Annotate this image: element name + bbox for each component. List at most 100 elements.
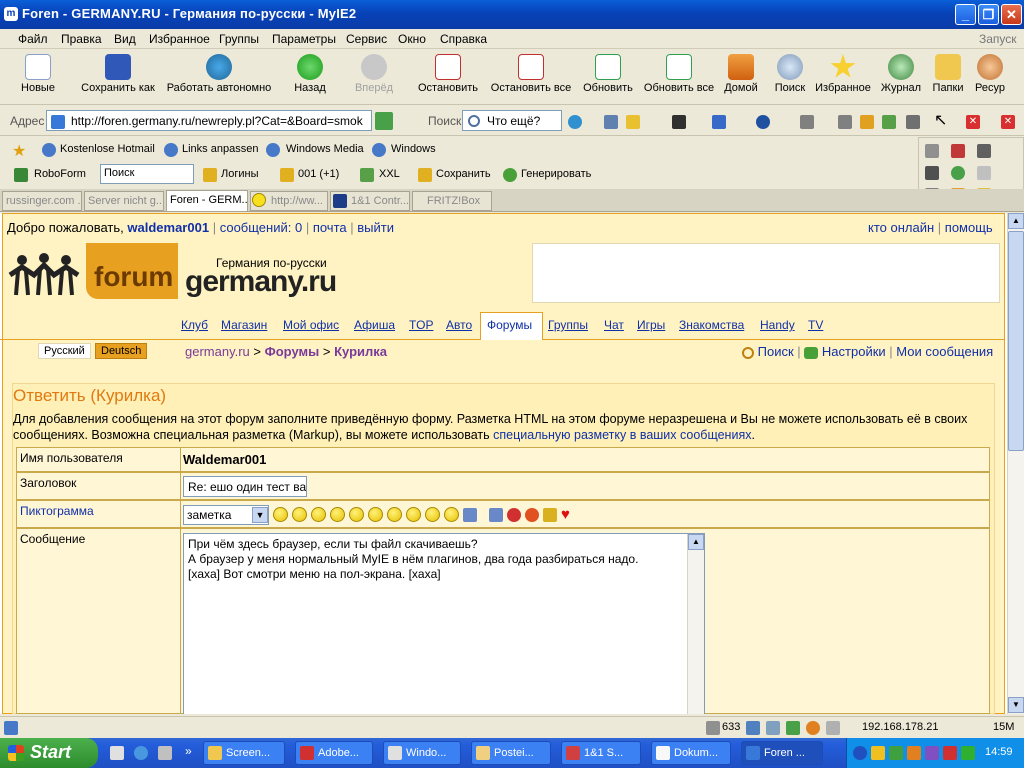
status-icon[interactable] bbox=[786, 721, 800, 735]
menu-edit[interactable]: Правка bbox=[61, 32, 102, 46]
network-icon[interactable] bbox=[961, 746, 975, 760]
menu-file[interactable]: Файл bbox=[18, 32, 48, 46]
refresh-small-icon[interactable] bbox=[951, 166, 965, 180]
scroll-up-icon[interactable]: ▲ bbox=[688, 534, 704, 550]
tray-icon[interactable] bbox=[889, 746, 903, 760]
tray-icon[interactable] bbox=[907, 746, 921, 760]
recycle-icon[interactable] bbox=[882, 115, 896, 129]
link-windows[interactable]: Windows bbox=[391, 143, 436, 155]
refresh-all-button[interactable]: Обновить все bbox=[642, 54, 716, 94]
crumb-forums[interactable]: Форумы bbox=[265, 344, 320, 359]
stop-button[interactable]: Остановить bbox=[416, 54, 480, 94]
undo-icon[interactable] bbox=[756, 115, 770, 129]
nav-afisha[interactable]: Афиша bbox=[354, 318, 395, 332]
up-icon[interactable] bbox=[800, 115, 814, 129]
crumb-site[interactable]: germany.ru bbox=[185, 344, 250, 359]
scroll-down-icon[interactable]: ▼ bbox=[1008, 697, 1024, 713]
nav-chat[interactable]: Чат bbox=[604, 318, 624, 332]
emoticon-icon[interactable] bbox=[330, 507, 345, 522]
nav-shop[interactable]: Магазин bbox=[221, 318, 267, 332]
xxl-button[interactable]: XXL bbox=[379, 168, 400, 180]
folders-button[interactable]: Папки bbox=[928, 54, 968, 94]
shield-icon[interactable] bbox=[871, 746, 885, 760]
username-link[interactable]: waldemar001 bbox=[127, 220, 209, 235]
title-bar[interactable]: m Foren - GERMANY.RU - Германия по-русск… bbox=[0, 0, 1024, 29]
status-icon[interactable] bbox=[826, 721, 840, 735]
highlight-icon[interactable] bbox=[626, 115, 640, 129]
tools-icon[interactable] bbox=[860, 115, 874, 129]
link-windows-media[interactable]: Windows Media bbox=[286, 143, 364, 155]
go-icon[interactable] bbox=[375, 112, 393, 130]
emoticon-icon[interactable] bbox=[368, 507, 383, 522]
search-toolbar-button[interactable]: Поиск bbox=[772, 54, 808, 94]
settings-link[interactable]: Настройки bbox=[822, 344, 886, 359]
close-all-icon[interactable]: ✕ bbox=[1001, 115, 1015, 129]
menu-window[interactable]: Окно bbox=[398, 32, 426, 46]
menu-view[interactable]: Вид bbox=[114, 32, 136, 46]
stop-all-button[interactable]: Остановить все bbox=[488, 54, 574, 94]
menu-tools[interactable]: Сервис bbox=[346, 32, 387, 46]
window-icon[interactable] bbox=[712, 115, 726, 129]
clock[interactable]: 14:59 bbox=[985, 746, 1013, 758]
save-as-button[interactable]: Сохранить как bbox=[78, 54, 158, 94]
flower-icon[interactable] bbox=[525, 507, 539, 522]
thumbs-down-icon[interactable] bbox=[489, 507, 503, 522]
url-input[interactable]: http://foren.germany.ru/newreply.pl?Cat=… bbox=[46, 110, 372, 131]
page-scrollbar[interactable]: ▲ ▼ bbox=[1007, 213, 1024, 714]
my-messages-link[interactable]: Мои сообщения bbox=[896, 344, 993, 359]
favorites-star-icon[interactable]: ★ bbox=[12, 141, 26, 161]
back-button[interactable]: Назад bbox=[290, 54, 330, 94]
menu-options[interactable]: Параметры bbox=[272, 32, 336, 46]
label-icon[interactable]: Пиктограмма bbox=[17, 501, 181, 527]
clipboard-icon[interactable] bbox=[977, 144, 991, 158]
tray-icon[interactable] bbox=[925, 746, 939, 760]
identity-button[interactable]: 001 (+1) bbox=[298, 168, 339, 180]
emoticon-icon[interactable] bbox=[387, 507, 402, 522]
tab-foren[interactable]: Foren - GERM... bbox=[166, 190, 248, 212]
resources-button[interactable]: Ресур bbox=[970, 54, 1010, 94]
nav-groups[interactable]: Группы bbox=[548, 318, 588, 332]
lang-russian[interactable]: Русский bbox=[38, 343, 91, 359]
chevron-down-icon[interactable]: ▼ bbox=[252, 507, 268, 523]
quicklaunch-icon[interactable] bbox=[110, 746, 124, 760]
scroll-thumb[interactable] bbox=[1008, 231, 1024, 451]
history-button[interactable]: Журнал bbox=[878, 54, 924, 94]
trophy-icon[interactable] bbox=[543, 507, 557, 522]
generate-button[interactable]: Генерировать bbox=[521, 168, 591, 180]
tab-russinger[interactable]: russinger.com ... bbox=[2, 191, 82, 211]
new-button[interactable]: Новые bbox=[18, 54, 58, 94]
menu-groups[interactable]: Группы bbox=[219, 32, 259, 46]
status-icon[interactable] bbox=[806, 721, 820, 735]
logins-button[interactable]: Логины bbox=[221, 168, 258, 180]
emoticon-icon[interactable] bbox=[292, 507, 307, 522]
messages-link[interactable]: сообщений: 0 bbox=[220, 220, 303, 235]
markup-link[interactable]: специальную разметку в ваших сообщениях bbox=[493, 428, 751, 442]
tab-fritzbox[interactable]: FRITZ!Box bbox=[412, 191, 492, 211]
page-search-icon[interactable] bbox=[604, 115, 618, 129]
nav-handy[interactable]: Handy bbox=[760, 318, 795, 332]
monitor-icon[interactable] bbox=[906, 115, 920, 129]
status-icon[interactable] bbox=[766, 721, 780, 735]
forward-button[interactable]: Вперёд bbox=[352, 54, 396, 94]
globe-icon[interactable] bbox=[568, 115, 582, 129]
disk-icon[interactable] bbox=[838, 115, 852, 129]
mail-link[interactable]: почта bbox=[313, 220, 347, 235]
nav-top[interactable]: TOP bbox=[409, 318, 433, 332]
help-link[interactable]: помощь bbox=[945, 220, 993, 235]
favorites-button[interactable]: Избранное bbox=[814, 54, 872, 94]
start-button[interactable]: Start bbox=[0, 738, 98, 768]
close-tab-icon[interactable]: ✕ bbox=[966, 115, 980, 129]
banner-ad[interactable] bbox=[532, 243, 1000, 303]
scroll-up-icon[interactable]: ▲ bbox=[1008, 213, 1024, 229]
textarea-scrollbar[interactable]: ▲ bbox=[687, 534, 704, 714]
tray-icon[interactable] bbox=[943, 746, 957, 760]
home-button[interactable]: Домой bbox=[722, 54, 760, 94]
status-icon[interactable] bbox=[746, 721, 760, 735]
emoticon-icon[interactable] bbox=[425, 507, 440, 522]
roboform-label[interactable]: RoboForm bbox=[34, 168, 86, 180]
link-hotmail[interactable]: Kostenlose Hotmail bbox=[60, 143, 155, 155]
nav-games[interactable]: Игры bbox=[637, 318, 665, 332]
nav-office[interactable]: Мой офис bbox=[283, 318, 339, 332]
subject-input[interactable]: Re: ешо один тест ва bbox=[183, 476, 307, 497]
who-online-link[interactable]: кто онлайн bbox=[868, 220, 934, 235]
